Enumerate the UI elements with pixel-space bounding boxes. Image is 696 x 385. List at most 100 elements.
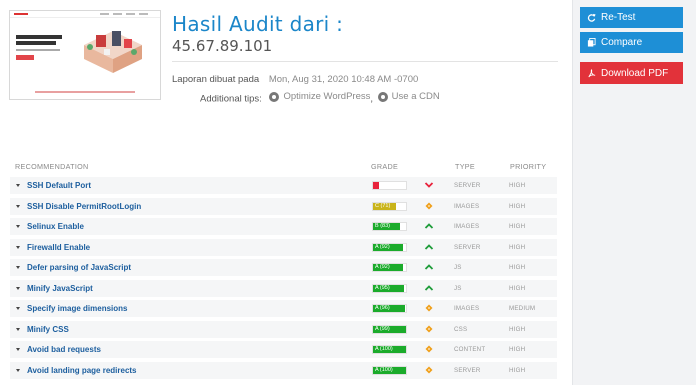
- thumbnail-nav-item: [126, 13, 135, 15]
- column-header-grade: GRADE: [371, 162, 399, 171]
- wordpress-icon: [269, 91, 280, 102]
- recommendation-name[interactable]: Minify CSS: [27, 325, 69, 334]
- column-header-priority: PRIORITY: [510, 162, 547, 171]
- diamond-icon: [425, 366, 433, 373]
- tip-optimize-wordpress[interactable]: Optimize WordPress: [269, 91, 370, 102]
- thumbnail-headline: [16, 35, 62, 39]
- type-cell: JS: [454, 284, 462, 292]
- priority-cell: HIGH: [509, 223, 526, 230]
- recommendation-name[interactable]: Avoid landing page redirects: [27, 366, 137, 375]
- grade-bar: A (96): [372, 304, 407, 313]
- recommendation-name[interactable]: Minify JavaScript: [27, 284, 93, 293]
- priority-cell: HIGH: [509, 284, 526, 292]
- priority-cell: HIGH: [509, 366, 526, 374]
- table-row[interactable]: Firewalld Enable A (92) SERVER HIGH: [10, 238, 557, 256]
- table-row[interactable]: Minify JavaScript A (95) JS HIGH: [10, 279, 557, 297]
- priority-cell: HIGH: [509, 202, 526, 210]
- download-pdf-label: Download PDF: [601, 67, 669, 79]
- grade-fill: A (96): [373, 305, 405, 312]
- grade-fill: A (100): [373, 346, 406, 353]
- retest-label: Re-Test: [601, 12, 636, 23]
- grade-bar: A (92): [372, 263, 407, 272]
- thumbnail-footer-text: [35, 91, 135, 93]
- header-divider: [172, 61, 558, 62]
- generated-line: Laporan dibuat pada Mon, Aug 31, 2020 10…: [172, 74, 418, 85]
- chevron-up-icon: [424, 284, 434, 291]
- priority-cell: HIGH: [509, 346, 526, 353]
- chevron-down-icon: [424, 182, 434, 188]
- report-ip-address: 45.67.89.101: [172, 37, 273, 55]
- type-cell: JS: [454, 264, 462, 271]
- recommendation-name[interactable]: Defer parsing of JavaScript: [27, 263, 131, 272]
- type-cell: CONTENT: [454, 346, 486, 353]
- expand-caret-icon[interactable]: [16, 327, 20, 331]
- priority-cell: HIGH: [509, 182, 526, 189]
- compare-label: Compare: [601, 37, 643, 48]
- expand-caret-icon[interactable]: [16, 368, 20, 372]
- generated-label: Laporan dibuat pada: [172, 74, 260, 85]
- expand-caret-icon[interactable]: [16, 286, 20, 290]
- type-cell: IMAGES: [454, 202, 480, 210]
- table-row[interactable]: Avoid landing page redirects A (100) SERVE…: [10, 361, 557, 379]
- grade-bar: A (100): [372, 365, 407, 375]
- table-row[interactable]: Specify image dimensions A (96) IMAGES MEDI…: [10, 300, 557, 317]
- grade-bar: A (92): [372, 242, 407, 252]
- recommendation-name[interactable]: SSH Default Port: [27, 181, 91, 190]
- recommendation-name[interactable]: SSH Disable PermitRootLogin: [27, 202, 141, 211]
- chevron-up-icon: [424, 264, 434, 270]
- expand-caret-icon[interactable]: [16, 225, 20, 228]
- column-header-type: TYPE: [455, 162, 475, 171]
- grade-bar: [372, 181, 407, 190]
- thumbnail-navbar: [10, 11, 160, 18]
- thumbnail-subtext: [16, 49, 60, 51]
- type-cell: SERVER: [454, 243, 481, 251]
- table-row[interactable]: Minify CSS A (99) CSS HIGH: [10, 320, 557, 338]
- tip-label: Use a CDN: [391, 91, 440, 102]
- table-header: RECOMMENDATION GRADE TYPE PRIORITY: [15, 162, 560, 174]
- priority-cell: HIGH: [509, 325, 526, 333]
- type-cell: IMAGES: [454, 305, 480, 312]
- thumbnail-headline: [16, 41, 56, 45]
- expand-caret-icon[interactable]: [16, 266, 20, 269]
- table-row[interactable]: SSH Disable PermitRootLogin C (71) IMAGES H…: [10, 197, 557, 215]
- recommendation-name[interactable]: Selinux Enable: [27, 222, 84, 231]
- report-title: Hasil Audit dari :: [172, 12, 344, 36]
- expand-caret-icon[interactable]: [16, 184, 20, 187]
- grade-bar: A (100): [372, 345, 407, 354]
- thumbnail-cta: [16, 55, 34, 60]
- expand-caret-icon[interactable]: [16, 307, 20, 310]
- priority-cell: HIGH: [509, 264, 526, 271]
- diamond-icon: [425, 304, 433, 312]
- tip-label: Optimize WordPress: [283, 91, 371, 102]
- diamond-icon: [425, 202, 433, 209]
- copy-icon: [587, 38, 596, 47]
- tips-label: Additional tips:: [200, 93, 262, 105]
- grade-bar: B (83): [372, 222, 407, 231]
- tip-use-cdn[interactable]: Use a CDN: [377, 91, 440, 102]
- table-row[interactable]: SSH Default Port SERVER HIGH: [10, 177, 557, 194]
- table-row[interactable]: Avoid bad requests A (100) CONTENT HIGH: [10, 341, 557, 358]
- grade-bar: A (99): [372, 324, 407, 334]
- grade-fill: A (92): [373, 243, 404, 251]
- recommendation-name[interactable]: Specify image dimensions: [27, 304, 127, 313]
- cdn-icon: [377, 91, 388, 102]
- expand-caret-icon[interactable]: [16, 204, 20, 208]
- pdf-icon: [588, 68, 596, 77]
- download-pdf-button[interactable]: Download PDF: [580, 62, 683, 84]
- table-row[interactable]: Defer parsing of JavaScript A (92) JS HIGH: [10, 259, 557, 276]
- type-cell: CSS: [454, 325, 468, 333]
- generated-value: Mon, Aug 31, 2020 10:48 AM -0700: [268, 74, 419, 85]
- expand-caret-icon[interactable]: [16, 245, 20, 249]
- table-row[interactable]: Selinux Enable B (83) IMAGES HIGH: [10, 218, 557, 235]
- refresh-icon: [587, 13, 596, 22]
- recommendation-name[interactable]: Avoid bad requests: [27, 345, 101, 354]
- grade-bar: A (95): [372, 283, 407, 293]
- recommendation-name[interactable]: Firewalld Enable: [27, 243, 90, 252]
- expand-caret-icon[interactable]: [16, 348, 20, 351]
- type-cell: IMAGES: [454, 223, 480, 230]
- priority-cell: HIGH: [509, 243, 526, 251]
- compare-button[interactable]: Compare: [580, 32, 683, 53]
- retest-button[interactable]: Re-Test: [580, 7, 683, 28]
- diamond-icon: [425, 345, 433, 353]
- site-screenshot-thumbnail[interactable]: [9, 10, 161, 100]
